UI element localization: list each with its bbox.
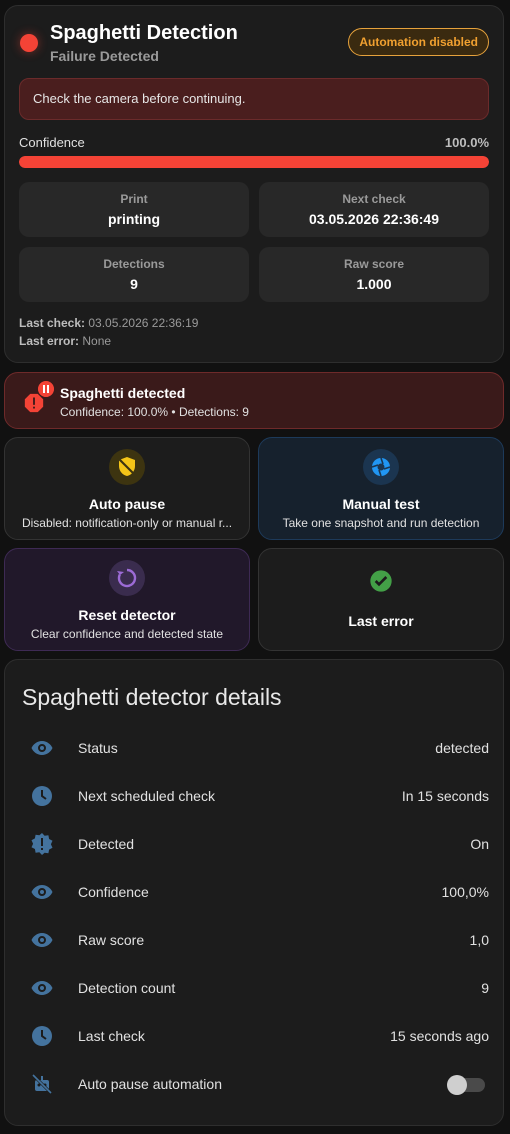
toggle-knob [447,1075,467,1095]
reset-detector-tile[interactable]: Reset detector Clear confidence and dete… [4,548,250,651]
clock-icon [32,1026,52,1046]
stat-print: Print printing [19,182,249,237]
entity-row-confidence[interactable]: Confidence 100,0% [5,868,505,916]
entity-row-detected[interactable]: Detected On [5,820,505,868]
spaghetti-detection-card: Spaghetti Detection Failure Detected Aut… [4,5,504,363]
automation-badge: Automation disabled [348,28,489,56]
camera-iris-icon [363,449,399,485]
camera-alert: Check the camera before continuing. [19,78,489,120]
stat-raw-score: Raw score 1.000 [259,247,489,302]
stat-next-check: Next check 03.05.2026 22:36:49 [259,182,489,237]
eye-icon [31,933,53,947]
card-title: Spaghetti Detection [50,22,238,44]
spaghetti-alert-title: Spaghetti detected [60,385,186,401]
row-label: Detected [78,836,135,852]
stat-label: Print [120,192,148,206]
tile-title: Last error [348,613,414,629]
row-value: 1,0 [469,932,489,948]
card-subtitle: Failure Detected [50,48,159,64]
row-label: Detection count [78,980,176,996]
restore-icon [109,560,145,596]
detector-details-card: Spaghetti detector details Status detect… [4,659,504,1126]
entity-row-detection-count[interactable]: Detection count 9 [5,964,505,1012]
manual-test-tile[interactable]: Manual test Take one snapshot and run de… [258,437,504,540]
pause-icon [38,381,54,397]
check-circle-icon [370,570,392,592]
stat-value: printing [107,211,161,227]
spaghetti-alert-subtitle: Confidence: 100.0% • Detections: 9 [60,405,249,419]
row-value: 100,0% [441,884,489,900]
row-value: In 15 seconds [401,788,489,804]
tile-title: Reset detector [78,607,176,623]
entity-row-last-check[interactable]: Last check 15 seconds ago [5,1012,505,1060]
confidence-label: Confidence [19,135,85,150]
row-label: Status [78,740,118,756]
eye-icon [31,885,53,899]
stat-detections: Detections 9 [19,247,249,302]
stat-label: Detections [103,257,165,271]
eye-icon [31,741,53,755]
entity-row-auto-pause-automation[interactable]: Auto pause automation [5,1060,505,1108]
row-label: Raw score [78,932,145,948]
tile-subtitle: Take one snapshot and run detection [282,516,480,530]
last-error-meta: Last error: None [19,334,111,348]
last-check-label: Last check: [19,316,86,330]
row-label: Auto pause automation [78,1076,222,1092]
robot-off-icon [31,1073,53,1095]
clock-icon [32,786,52,806]
row-label: Confidence [78,884,149,900]
alert-decagram-icon [31,833,53,855]
entity-row-status[interactable]: Status detected [5,724,505,772]
row-value: 15 seconds ago [390,1028,489,1044]
auto-pause-tile[interactable]: Auto pause Disabled: notification-only o… [4,437,250,540]
stat-value: 1.000 [356,276,392,292]
stat-value: 03.05.2026 22:36:49 [309,211,439,227]
shield-off-icon [109,449,145,485]
row-value: detected [435,740,489,756]
confidence-bar [19,156,489,168]
confidence-value: 100.0% [444,135,489,150]
last-error-value: None [82,334,112,348]
details-title: Spaghetti detector details [22,684,282,710]
tile-subtitle: Disabled: notification-only or manual r.… [21,516,233,530]
tile-title: Manual test [342,496,420,512]
stat-label: Next check [342,192,406,206]
last-error-label: Last error: [19,334,80,348]
entity-row-next-scheduled-check[interactable]: Next scheduled check In 15 seconds [5,772,505,820]
last-error-tile[interactable]: Last error [258,548,504,651]
row-label: Last check [78,1028,145,1044]
row-value: 9 [481,980,489,996]
eye-icon [31,981,53,995]
entity-row-raw-score[interactable]: Raw score 1,0 [5,916,505,964]
row-value: On [470,836,489,852]
tile-subtitle: Clear confidence and detected state [30,627,224,641]
auto-pause-toggle[interactable] [447,1075,485,1095]
confidence-bar-fill [19,156,489,168]
spaghetti-detected-alert[interactable]: Spaghetti detected Confidence: 100.0% • … [4,372,504,429]
tile-title: Auto pause [88,496,166,512]
last-check-meta: Last check: 03.05.2026 22:36:19 [19,316,198,330]
last-check-value: 03.05.2026 22:36:19 [88,316,199,330]
stat-value: 9 [130,276,138,292]
row-label: Next scheduled check [78,788,215,804]
stat-label: Raw score [343,257,405,271]
status-dot [20,34,38,52]
